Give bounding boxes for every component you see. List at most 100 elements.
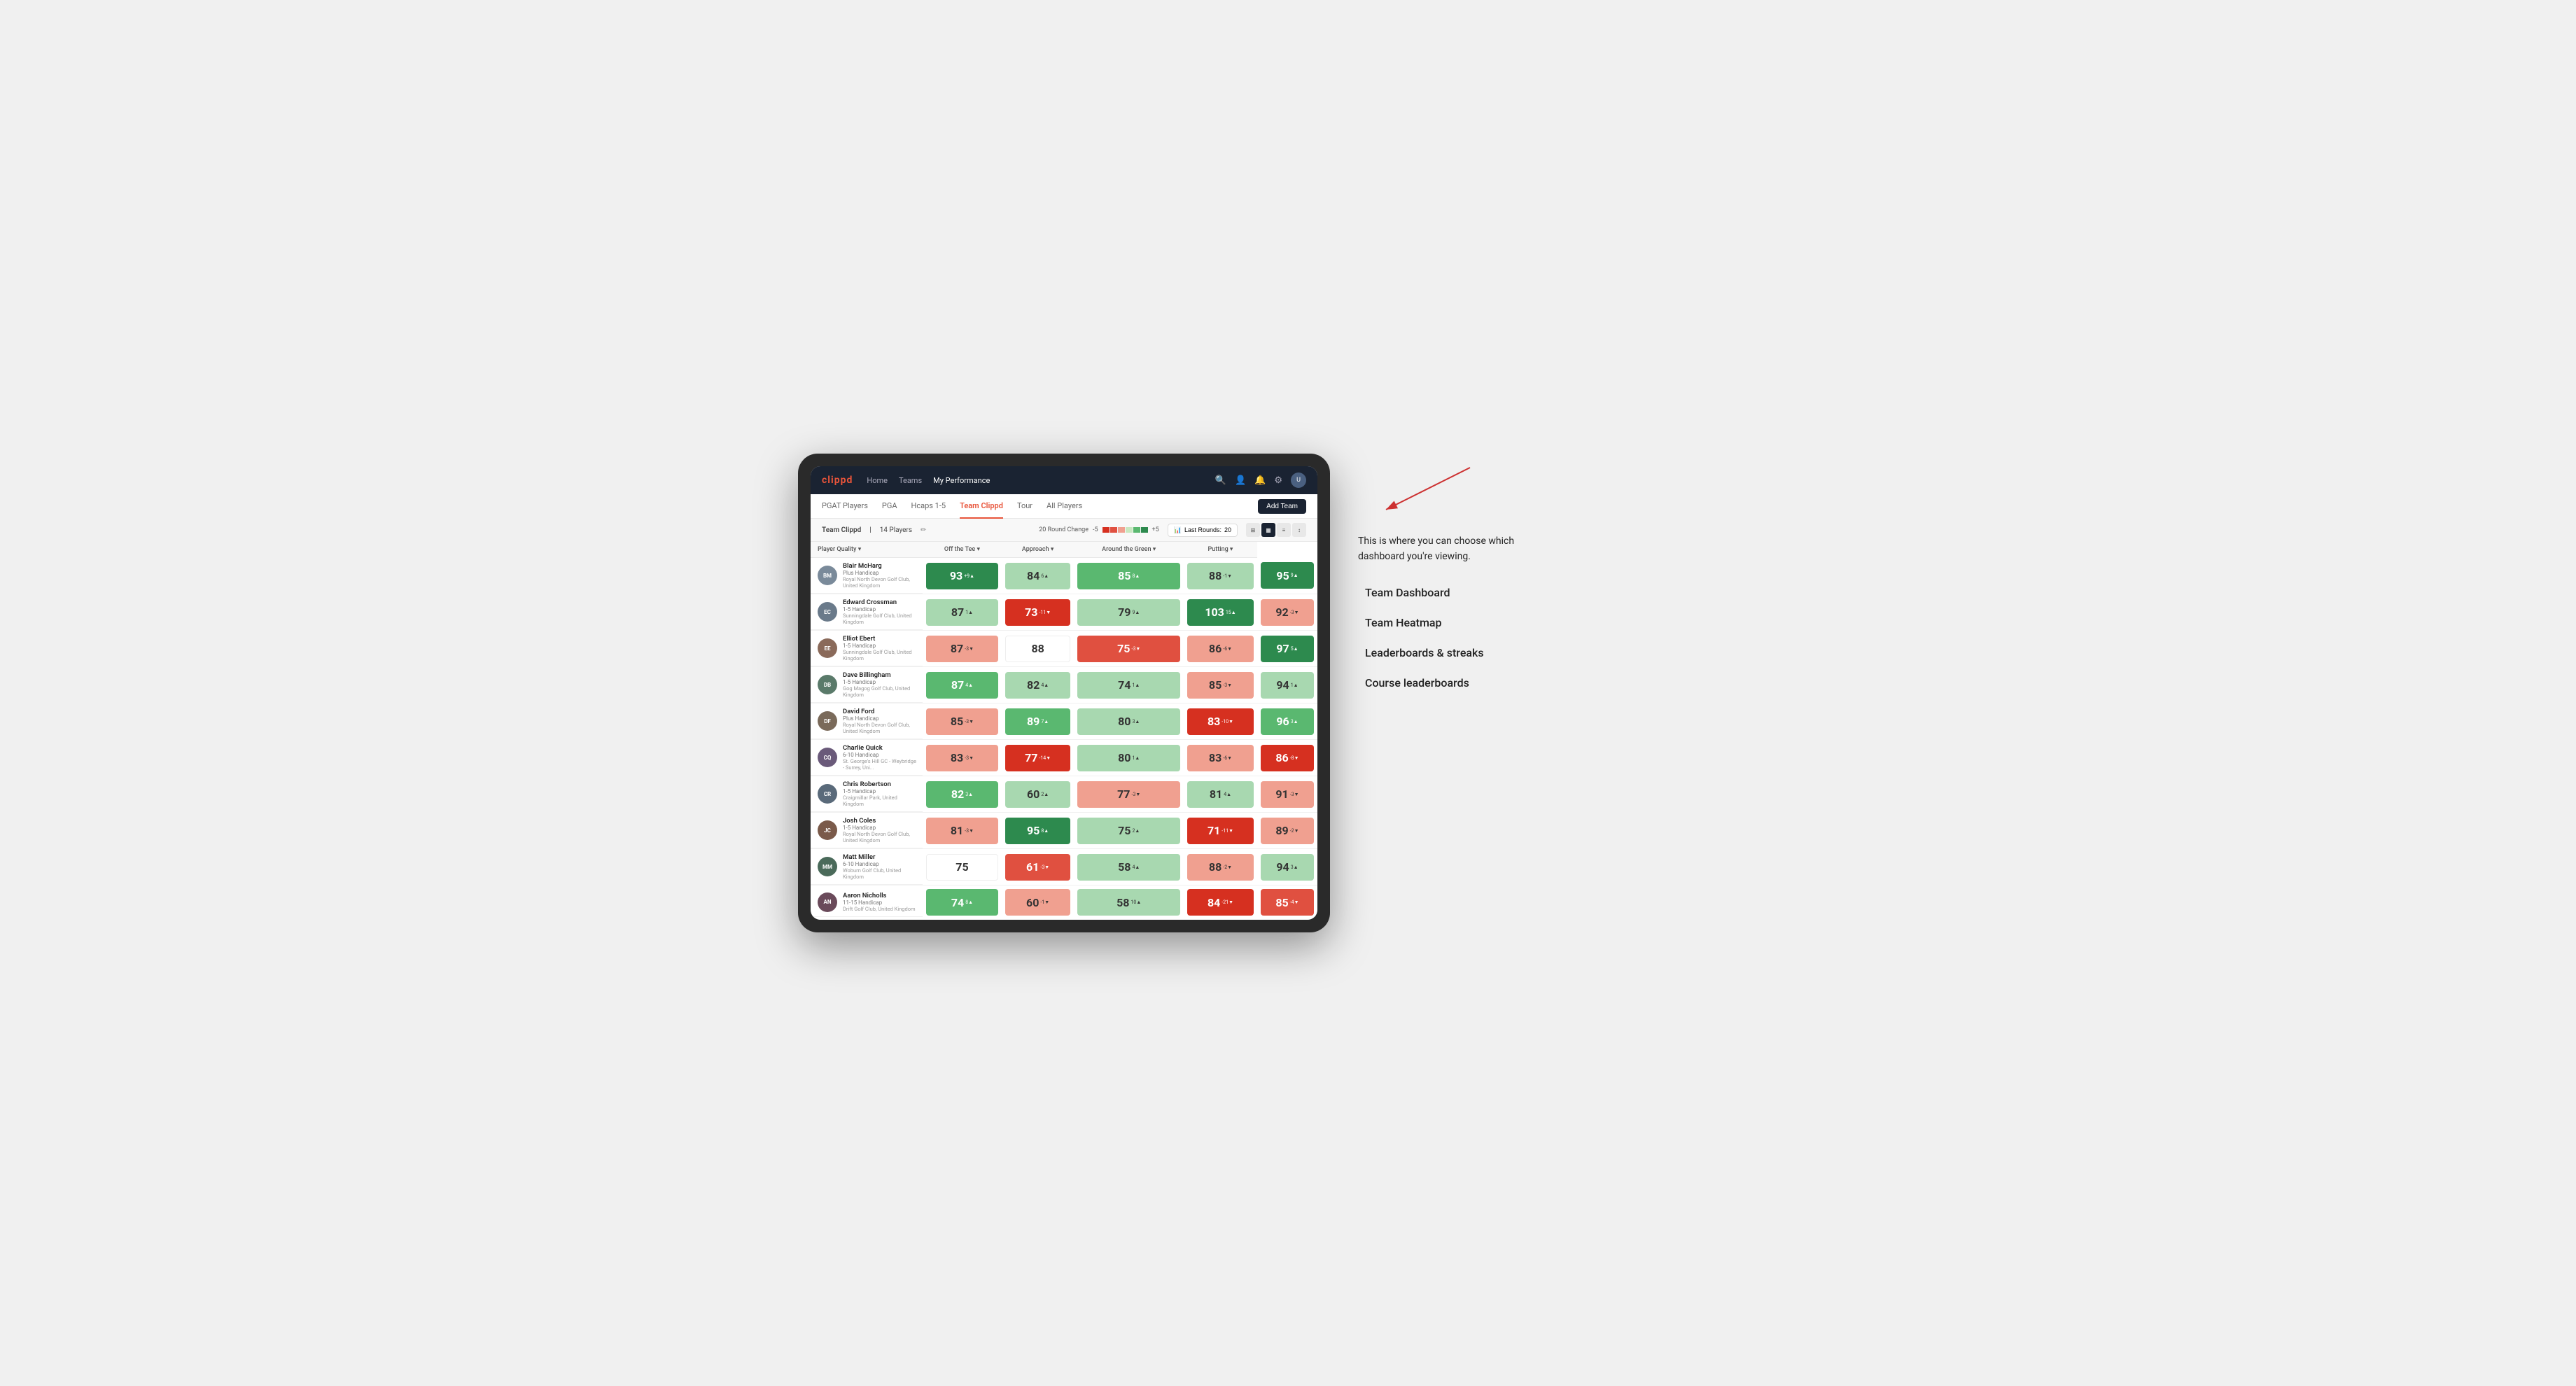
score-change: -2▼ bbox=[1223, 864, 1232, 870]
score-cell: 86-8▼ bbox=[1257, 740, 1317, 776]
annotation-items: Team Dashboard Team Heatmap Leaderboards… bbox=[1358, 586, 1778, 690]
score-change: 3▲ bbox=[1291, 719, 1298, 724]
score-box: 73-11▼ bbox=[1005, 599, 1070, 626]
nav-home[interactable]: Home bbox=[867, 473, 888, 488]
score-change: -1▼ bbox=[1223, 573, 1232, 579]
player-handicap: 6-10 Handicap bbox=[843, 752, 917, 758]
score-value: 73 bbox=[1025, 606, 1037, 619]
table-row[interactable]: CQCharlie Quick6-10 HandicapSt. George's… bbox=[811, 740, 1317, 776]
player-cell: ANAaron Nicholls11-15 HandicapDrift Golf… bbox=[811, 886, 923, 920]
tab-tour[interactable]: Tour bbox=[1017, 494, 1032, 519]
score-cell: 858▲ bbox=[1074, 558, 1184, 594]
tab-pgat-players[interactable]: PGAT Players bbox=[822, 494, 868, 519]
score-cell: 602▲ bbox=[1002, 776, 1074, 813]
annotation-course-leaderboards: Course leaderboards bbox=[1365, 676, 1778, 690]
table-row[interactable]: JCJosh Coles1-5 HandicapRoyal North Devo… bbox=[811, 813, 1317, 849]
score-change: -11▼ bbox=[1039, 610, 1051, 615]
heatmap-view-button[interactable]: ▦ bbox=[1261, 523, 1275, 537]
score-cell: 61-3▼ bbox=[1002, 849, 1074, 886]
score-cell: 73-11▼ bbox=[1002, 594, 1074, 631]
annotation-intro: This is where you can choose which dashb… bbox=[1358, 533, 1554, 565]
view-controls: ⊞ ▦ ≡ ↕ bbox=[1246, 523, 1306, 537]
player-info: Aaron Nicholls11-15 HandicapDrift Golf C… bbox=[843, 892, 916, 912]
score-change: -3▼ bbox=[1223, 682, 1232, 688]
table-row[interactable]: ANAaron Nicholls11-15 HandicapDrift Golf… bbox=[811, 886, 1317, 920]
player-name[interactable]: Elliot Ebert bbox=[843, 635, 917, 643]
score-value: 58 bbox=[1118, 860, 1130, 874]
player-name[interactable]: Charlie Quick bbox=[843, 744, 917, 752]
player-name[interactable]: Chris Robertson bbox=[843, 780, 917, 788]
score-box: 81-3▼ bbox=[926, 818, 998, 844]
score-cell: 88-1▼ bbox=[1184, 558, 1257, 594]
player-avatar: EC bbox=[818, 602, 837, 622]
col-header-around-green[interactable]: Around the Green ▾ bbox=[1074, 542, 1184, 558]
score-value: 83 bbox=[1208, 715, 1220, 728]
score-change: -10▼ bbox=[1222, 719, 1233, 724]
player-info: Dave Billingham1-5 HandicapGog Magog Gol… bbox=[843, 671, 917, 698]
score-value: 94 bbox=[1276, 678, 1289, 692]
score-change: -2▼ bbox=[1290, 828, 1299, 834]
score-box: 86-8▼ bbox=[1261, 745, 1314, 771]
search-icon[interactable]: 🔍 bbox=[1215, 475, 1226, 486]
score-value: 85 bbox=[1275, 896, 1288, 909]
player-name[interactable]: Matt Miller bbox=[843, 853, 917, 861]
last-rounds-button[interactable]: 📊 Last Rounds: 20 bbox=[1168, 524, 1238, 537]
grid-view-button[interactable]: ⊞ bbox=[1246, 523, 1260, 537]
table-row[interactable]: DBDave Billingham1-5 HandicapGog Magog G… bbox=[811, 667, 1317, 704]
player-name[interactable]: Aaron Nicholls bbox=[843, 892, 916, 899]
score-cell: 803▲ bbox=[1074, 704, 1184, 740]
list-view-button[interactable]: ≡ bbox=[1277, 523, 1291, 537]
col-header-approach[interactable]: Approach ▾ bbox=[1002, 542, 1074, 558]
score-box: 71-11▼ bbox=[1187, 818, 1254, 844]
player-club: Royal North Devon Golf Club, United King… bbox=[843, 722, 917, 734]
tab-all-players[interactable]: All Players bbox=[1046, 494, 1082, 519]
table-row[interactable]: MMMatt Miller6-10 HandicapWoburn Golf Cl… bbox=[811, 849, 1317, 886]
player-name[interactable]: Blair McHarg bbox=[843, 562, 917, 570]
table-row[interactable]: DFDavid FordPlus HandicapRoyal North Dev… bbox=[811, 704, 1317, 740]
player-name[interactable]: Edward Crossman bbox=[843, 598, 917, 606]
score-cell: 77-3▼ bbox=[1074, 776, 1184, 813]
score-value: 103 bbox=[1205, 606, 1224, 619]
player-name[interactable]: David Ford bbox=[843, 708, 917, 715]
score-cell: 92-3▼ bbox=[1257, 594, 1317, 631]
table-row[interactable]: EEElliot Ebert1-5 HandicapSunningdale Go… bbox=[811, 631, 1317, 667]
edit-icon[interactable]: ✏ bbox=[920, 526, 926, 534]
player-cell: CRChris Robertson1-5 HandicapCraigmillar… bbox=[811, 776, 923, 813]
score-box: 77-3▼ bbox=[1077, 781, 1180, 808]
nav-teams[interactable]: Teams bbox=[899, 473, 922, 488]
score-cell: 75-3▼ bbox=[1074, 631, 1184, 667]
score-box: 814▲ bbox=[1187, 781, 1254, 808]
score-value: 75 bbox=[1118, 824, 1130, 837]
table-row[interactable]: BMBlair McHargPlus HandicapRoyal North D… bbox=[811, 558, 1317, 594]
more-view-button[interactable]: ↕ bbox=[1292, 523, 1306, 537]
col-header-tee[interactable]: Off the Tee ▾ bbox=[923, 542, 1002, 558]
col-header-putting[interactable]: Putting ▾ bbox=[1184, 542, 1257, 558]
table-row[interactable]: ECEdward Crossman1-5 HandicapSunningdale… bbox=[811, 594, 1317, 631]
tab-team-clippd[interactable]: Team Clippd bbox=[960, 494, 1003, 519]
nav-my-performance[interactable]: My Performance bbox=[933, 473, 990, 488]
score-change: 8▲ bbox=[1132, 573, 1140, 579]
score-cell: 874▲ bbox=[923, 667, 1002, 704]
score-box: 83-10▼ bbox=[1187, 708, 1254, 735]
tab-hcaps[interactable]: Hcaps 1-5 bbox=[911, 494, 946, 519]
score-value: 97 bbox=[1276, 642, 1289, 655]
score-cell: 584▲ bbox=[1074, 849, 1184, 886]
player-name[interactable]: Josh Coles bbox=[843, 817, 917, 825]
settings-icon[interactable]: ⚙ bbox=[1274, 475, 1282, 486]
score-box: 89-2▼ bbox=[1261, 818, 1314, 844]
player-name[interactable]: Dave Billingham bbox=[843, 671, 917, 679]
score-change: -14▼ bbox=[1039, 755, 1051, 761]
score-change: 5▲ bbox=[1291, 646, 1298, 652]
add-team-button[interactable]: Add Team bbox=[1258, 499, 1306, 514]
player-cell: BMBlair McHargPlus HandicapRoyal North D… bbox=[811, 558, 923, 594]
col-header-player[interactable]: Player Quality ▾ bbox=[811, 542, 923, 558]
range-high: +5 bbox=[1152, 526, 1159, 533]
table-row[interactable]: CRChris Robertson1-5 HandicapCraigmillar… bbox=[811, 776, 1317, 813]
player-club: Royal North Devon Golf Club, United King… bbox=[843, 576, 917, 589]
score-value: 84 bbox=[1208, 896, 1220, 909]
tab-pga[interactable]: PGA bbox=[882, 494, 897, 519]
profile-icon[interactable]: 👤 bbox=[1235, 475, 1246, 486]
score-box: 752▲ bbox=[1077, 818, 1180, 844]
user-avatar[interactable]: U bbox=[1291, 472, 1306, 488]
bell-icon[interactable]: 🔔 bbox=[1254, 475, 1266, 486]
